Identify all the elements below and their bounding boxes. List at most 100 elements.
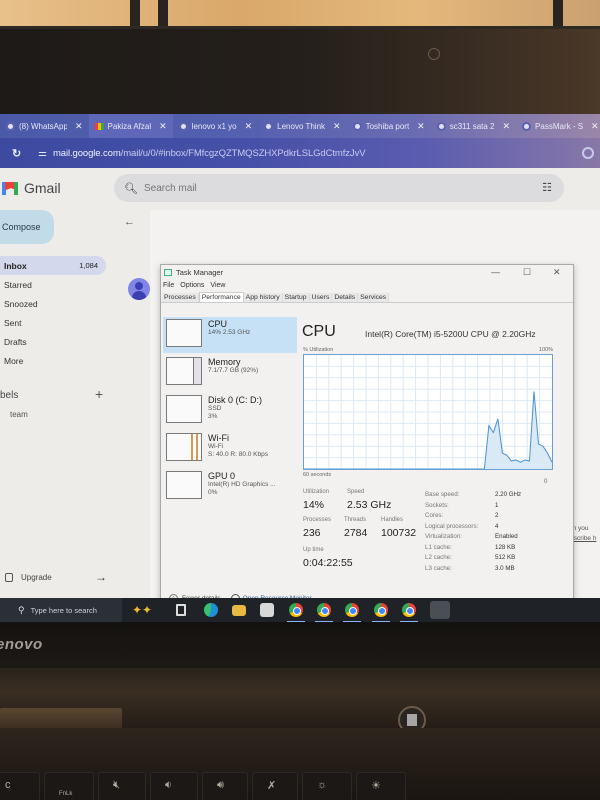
tab-performance[interactable]: Performance	[198, 292, 244, 302]
browser-tab[interactable]: (8) WhatsApp ✕	[0, 114, 89, 138]
tab-title: Pakiza Afzal	[107, 121, 152, 131]
passmark-icon	[522, 121, 532, 131]
tab-users[interactable]: Users	[309, 293, 333, 302]
key-mute[interactable]: 🔇︎	[98, 772, 146, 800]
close-tab-icon[interactable]: ✕	[245, 121, 253, 132]
resource-thumbnail	[166, 433, 202, 461]
chrome-icon[interactable]	[372, 603, 390, 622]
key-mic-mute[interactable]: ✗	[252, 772, 298, 800]
spec-value: 512 KB	[495, 554, 516, 561]
browser-tab[interactable]: PassMark - S ✕	[516, 114, 600, 138]
close-tab-icon[interactable]: ✕	[333, 121, 341, 132]
tab-title: lenovo x1 yo	[191, 121, 237, 131]
edge-icon[interactable]	[204, 603, 218, 617]
tab-app-history[interactable]: App history	[243, 293, 283, 302]
resource-sub1: 7.1/7.7 GB (92%)	[208, 367, 259, 374]
copilot-icon[interactable]: ✦✦	[132, 603, 152, 617]
tab-startup[interactable]: Startup	[282, 293, 310, 302]
menu-view[interactable]: View	[210, 282, 225, 289]
key-volume-down[interactable]: 🔉︎	[150, 772, 198, 800]
reload-icon[interactable]: ↻	[12, 147, 26, 160]
close-tab-icon[interactable]: ✕	[591, 121, 599, 132]
spec-value: Enabled	[495, 533, 518, 540]
mail-nav: Inbox 1,084 Starred Snoozed Sent Drafts More	[0, 256, 106, 370]
taskbar-search[interactable]: ⚲ Type here to search	[0, 598, 122, 622]
spec-key: Logical processors:	[425, 522, 479, 530]
resource-item-memory[interactable]: Memory 7.1/7.7 GB (92%)	[163, 355, 297, 391]
store-icon[interactable]	[260, 603, 274, 617]
resource-item-disk[interactable]: Disk 0 (C: D:) SSD 3%	[163, 393, 297, 429]
close-tab-icon[interactable]: ✕	[417, 121, 425, 132]
resource-sub1: 14% 2.53 GHz	[208, 329, 251, 336]
tab-services[interactable]: Services	[358, 293, 390, 302]
speed-value: 2.53 GHz	[347, 499, 392, 511]
browser-tab[interactable]: Pakiza Afzal ✕	[88, 114, 173, 138]
compose-button[interactable]: Compose	[0, 210, 54, 244]
back-arrow-icon[interactable]: ←	[124, 216, 135, 228]
key-volume-up[interactable]: 🔊︎	[202, 772, 248, 800]
tm-title-bar[interactable]: Task Manager	[161, 265, 573, 279]
gmail-m-icon	[2, 181, 18, 195]
spec-value: 4	[495, 522, 499, 530]
resource-item-cpu[interactable]: CPU 14% 2.53 GHz	[163, 317, 297, 353]
browser-tab[interactable]: Lenovo Think ✕	[258, 114, 346, 138]
nav-item-more[interactable]: More	[0, 351, 106, 370]
chrome-icon[interactable]	[287, 603, 305, 622]
threads-label: Threads	[344, 517, 367, 523]
search-input[interactable]	[143, 182, 504, 194]
arrow-right-icon[interactable]: →	[95, 570, 107, 584]
key-fnlk[interactable]: FnLk	[44, 772, 94, 800]
resource-thumbnail	[166, 319, 202, 347]
maximize-button[interactable]: ☐	[523, 267, 531, 278]
close-tab-icon[interactable]: ✕	[75, 121, 83, 132]
chrome-icon[interactable]	[343, 603, 361, 622]
globe-icon	[264, 121, 274, 131]
label-item[interactable]: team	[10, 410, 28, 419]
spec-value: 1	[495, 501, 499, 509]
tab-processes[interactable]: Processes	[162, 293, 199, 302]
address-bar[interactable]: ↻ ⚌ mail.google.com/mail/u/0/#inbox/FMfc…	[0, 138, 600, 168]
gmail-logo[interactable]: Gmail	[2, 180, 61, 196]
resource-thumbnail	[166, 395, 202, 423]
browser-tab[interactable]: lenovo x1 yo ✕	[173, 114, 258, 138]
minimize-button[interactable]: —	[491, 267, 500, 277]
resource-item-wi-fi[interactable]: Wi-Fi Wi-Fi S: 40.0 R: 80.0 Kbps	[163, 431, 297, 467]
search-options-icon[interactable]: ☷	[542, 181, 552, 194]
chrome-icon[interactable]	[400, 603, 418, 622]
tab-details[interactable]: Details	[332, 293, 359, 302]
nav-item-inbox[interactable]: Inbox 1,084	[0, 256, 106, 275]
chrome-icon[interactable]	[315, 603, 333, 622]
key-brightness-up[interactable]: ☀	[356, 772, 406, 800]
resource-name: Memory	[208, 357, 241, 367]
browser-tab[interactable]: sc311 sata 2 ✕	[431, 114, 516, 138]
extension-icon[interactable]	[582, 147, 594, 159]
laptop-bezel	[0, 26, 600, 114]
task-view-icon[interactable]	[176, 604, 186, 616]
key-brightness-down[interactable]: ☼	[302, 772, 352, 800]
menu-options[interactable]: Options	[180, 282, 204, 289]
resource-item-gpu[interactable]: GPU 0 Intel(R) HD Graphics ... 0%	[163, 469, 297, 505]
file-explorer-icon[interactable]	[232, 605, 246, 616]
add-label-button[interactable]: +	[95, 386, 103, 402]
key[interactable]: c	[0, 772, 40, 800]
browser-tab[interactable]: Toshiba port ✕	[347, 114, 431, 138]
url-text[interactable]: mail.google.com/mail/u/0/#inbox/FMfcgzQZ…	[53, 148, 366, 159]
search-icon[interactable]: 🔍︎	[124, 182, 138, 195]
menu-file[interactable]: File	[163, 282, 174, 289]
nav-item-snoozed[interactable]: Snoozed	[0, 294, 106, 313]
cpu-utilization-graph	[303, 354, 553, 470]
upgrade-button[interactable]: Upgrade	[5, 573, 52, 582]
task-manager-taskbar-icon[interactable]	[430, 601, 450, 619]
nav-item-starred[interactable]: Starred	[0, 275, 106, 294]
close-tab-icon[interactable]: ✕	[159, 121, 167, 132]
nav-item-drafts[interactable]: Drafts	[0, 332, 106, 351]
close-button[interactable]: ✕	[553, 267, 561, 278]
screen: (8) WhatsApp ✕ Pakiza Afzal ✕ lenovo x1 yo ✕ L…	[0, 114, 600, 622]
hinge-cap	[0, 708, 122, 730]
close-tab-icon[interactable]: ✕	[503, 121, 511, 132]
site-settings-icon[interactable]: ⚌	[38, 148, 47, 159]
nav-item-sent[interactable]: Sent	[0, 313, 106, 332]
resource-name: GPU 0	[208, 471, 236, 481]
search-bar[interactable]: 🔍︎ ☷	[114, 174, 564, 202]
nav-label: More	[4, 355, 24, 366]
